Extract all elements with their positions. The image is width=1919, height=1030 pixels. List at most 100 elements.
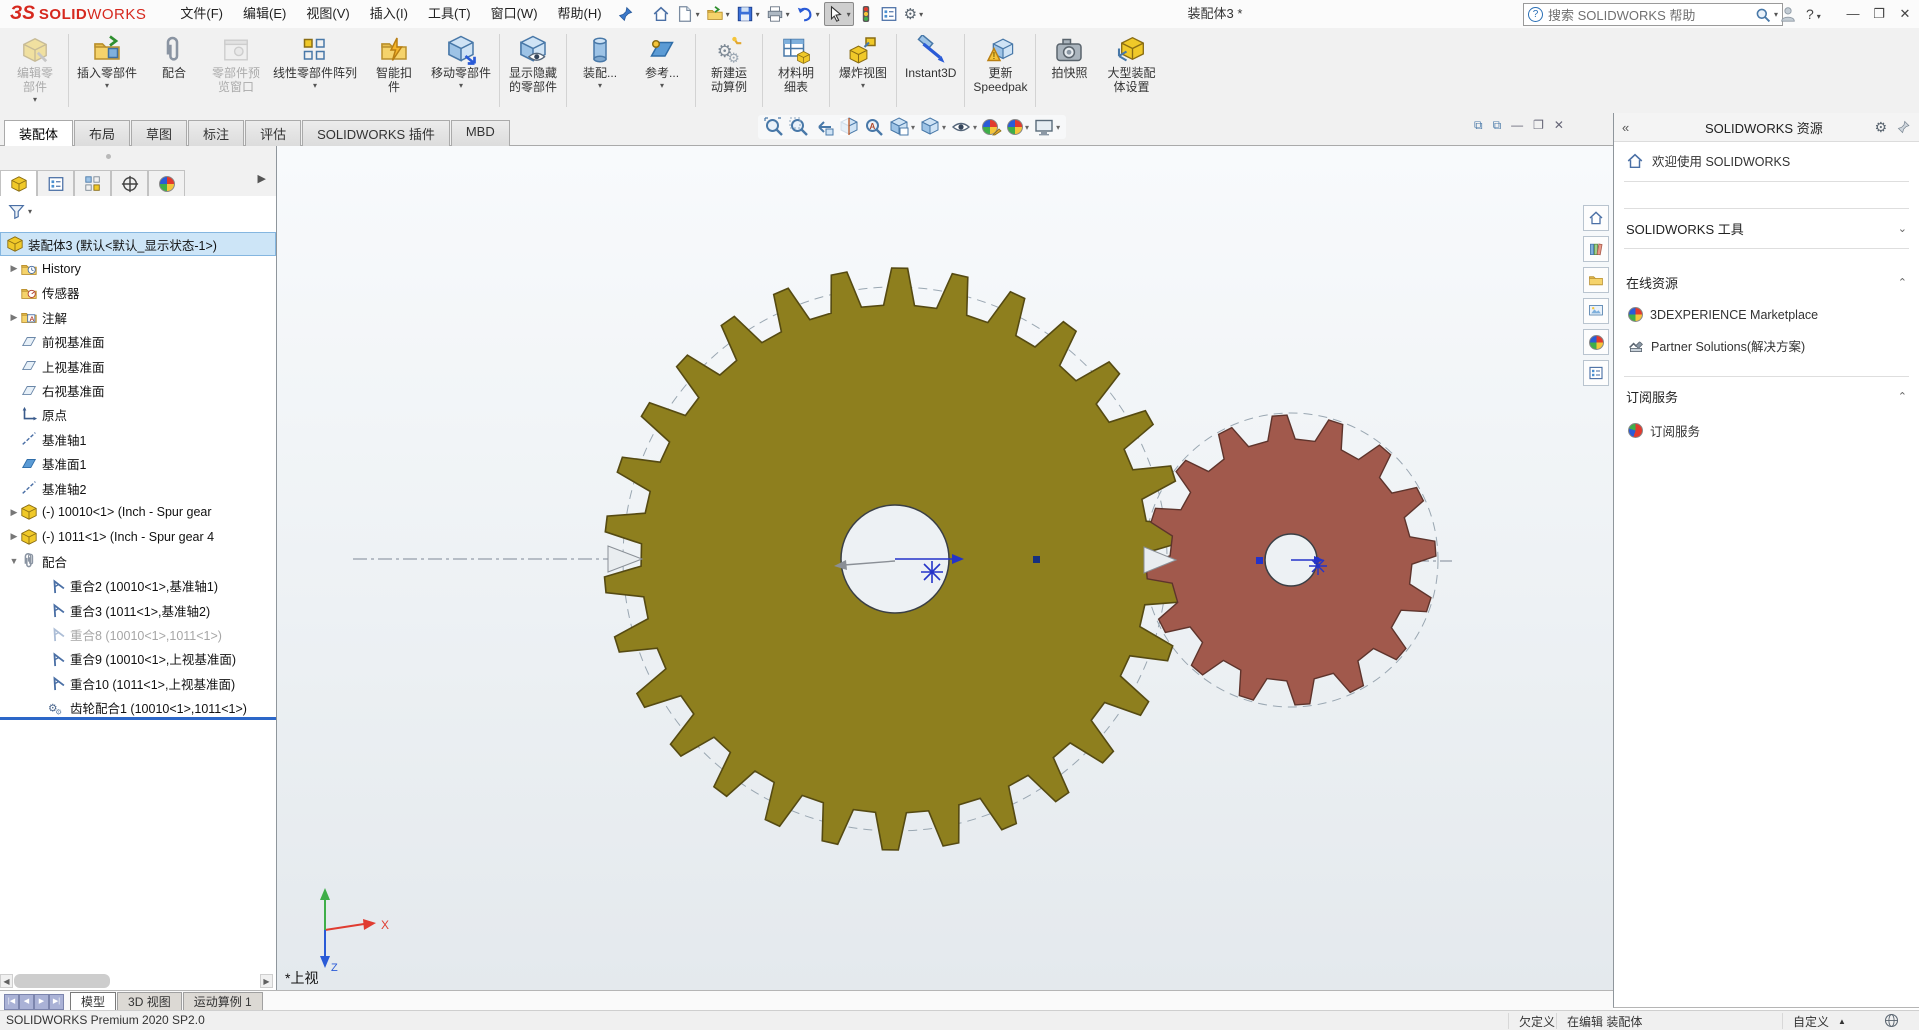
smart-fasteners-button[interactable]: 智能扣件 — [363, 28, 425, 113]
tree-item-part-1011[interactable]: ▶ (-) 1011<1> (Inch - Spur gear 4 — [0, 525, 276, 549]
tree-item-mate-coincident10[interactable]: 重合10 (1011<1>,上视基准面) — [0, 671, 276, 695]
pane-split-icon[interactable]: ⧉ — [1474, 118, 1483, 133]
expander-icon[interactable]: ▼ — [8, 556, 20, 566]
menu-edit[interactable]: 编辑(E) — [233, 0, 296, 28]
reference-geometry-button[interactable]: 参考...▾ — [631, 28, 693, 113]
dropdown-arrow-icon[interactable]: ▾ — [1025, 123, 1029, 132]
section-subscription[interactable]: 订阅服务 ⌃ — [1614, 379, 1919, 414]
welcome-row[interactable]: 欢迎使用 SOLIDWORKS — [1614, 142, 1919, 179]
filter-arrow-icon[interactable]: ▾ — [28, 207, 32, 216]
item-subscription-services[interactable]: 订阅服务 — [1614, 414, 1919, 447]
chevron-up-icon[interactable]: ⌃ — [1898, 390, 1907, 403]
expander-icon[interactable]: ▶ — [8, 531, 20, 542]
doc-minimize-icon[interactable]: — — [1511, 118, 1523, 133]
tab-solidworks-addins[interactable]: SOLIDWORKS 插件 — [302, 120, 450, 146]
tree-item-axis1[interactable]: 基准轴1 — [0, 427, 276, 451]
pin-icon[interactable] — [1897, 120, 1911, 134]
exploded-view-button[interactable]: 爆炸视图▾ — [832, 28, 894, 113]
new-motion-study-button[interactable]: ⚙⚙ 新建运动算例 — [698, 28, 760, 113]
tab-display-manager[interactable] — [148, 170, 185, 196]
tree-item-part-10010[interactable]: ▶ (-) 10010<1> (Inch - Spur gear — [0, 500, 276, 524]
home-button[interactable] — [650, 3, 672, 25]
chevron-up-icon[interactable]: ⌃ — [1898, 276, 1907, 289]
panel-expand-arrow-icon[interactable]: ▶ — [258, 172, 266, 185]
tree-item-sensors[interactable]: 传感器 — [0, 281, 276, 305]
dropdown-arrow-icon[interactable]: ▾ — [1056, 123, 1060, 132]
tree-horizontal-scrollbar[interactable]: ◀ ▶ — [0, 974, 276, 988]
graphics-viewport[interactable]: X Z *上视 — [277, 146, 1613, 990]
tab-custom-properties[interactable] — [1583, 360, 1609, 386]
dropdown-arrow-icon[interactable]: ▾ — [847, 10, 851, 19]
tree-item-mate-coincident9[interactable]: 重合9 (10010<1>,上视基准面) — [0, 647, 276, 671]
panel-collapse-handle[interactable] — [0, 146, 276, 167]
dropdown-arrow-icon[interactable]: ▾ — [598, 80, 602, 92]
dropdown-arrow-icon[interactable]: ▾ — [459, 80, 463, 92]
tab-file-explorer[interactable] — [1583, 267, 1609, 293]
dropdown-arrow-icon[interactable]: ▾ — [313, 80, 317, 92]
login-user-icon[interactable] — [1779, 5, 1797, 23]
zoom-to-area-button[interactable] — [789, 117, 809, 137]
custom-status-arrow-icon[interactable]: ▲ — [1838, 1017, 1846, 1026]
search-icon[interactable] — [1755, 7, 1771, 23]
update-speedpak-button[interactable]: ! 更新Speedpak — [967, 28, 1033, 113]
search-scope-arrow-icon[interactable]: ▾ — [1774, 10, 1778, 19]
help-menu-button[interactable]: ?▾ — [1806, 0, 1821, 31]
filter-funnel-icon[interactable] — [8, 203, 25, 220]
dropdown-arrow-icon[interactable]: ▾ — [973, 123, 977, 132]
zoom-to-fit-button[interactable] — [764, 117, 784, 137]
dropdown-arrow-icon[interactable]: ▾ — [861, 80, 865, 92]
dynamic-annotation-button[interactable]: A — [864, 117, 884, 137]
expander-icon[interactable]: ▶ — [8, 312, 20, 323]
tree-item-right-plane[interactable]: 右视基准面 — [0, 378, 276, 402]
tree-item-annotations[interactable]: ▶ A 注解 — [0, 305, 276, 329]
options-button[interactable]: ⚙▾ — [902, 3, 925, 25]
tree-item-axis2[interactable]: 基准轴2 — [0, 476, 276, 500]
custom-status-button[interactable]: 自定义 — [1782, 1013, 1845, 1029]
menu-view[interactable]: 视图(V) — [296, 0, 359, 28]
insert-component-button[interactable]: 插入零部件▾ — [71, 28, 143, 113]
doc-close-icon[interactable]: ✕ — [1554, 118, 1564, 133]
tree-item-assembly-root[interactable]: 装配体3 (默认<默认_显示状态-1>) — [0, 232, 276, 256]
last-tab-icon[interactable]: ▶| — [49, 994, 64, 1010]
tab-motion-study-1[interactable]: 运动算例 1 — [183, 992, 263, 1010]
edit-appearance-button[interactable] — [982, 118, 1002, 136]
select-tool-button[interactable]: ▾ — [824, 2, 854, 26]
menu-insert[interactable]: 插入(I) — [360, 0, 418, 28]
menu-pin-icon[interactable] — [618, 6, 634, 22]
section-online-resources[interactable]: 在线资源 ⌃ — [1614, 265, 1919, 300]
close-button[interactable]: ✕ — [1892, 0, 1918, 28]
assembly-features-button[interactable]: 装配...▾ — [569, 28, 631, 113]
view-orientation-button[interactable]: ▾ — [889, 117, 915, 137]
tab-layout[interactable]: 布局 — [74, 120, 130, 146]
mate-button[interactable]: 配合 — [143, 28, 205, 113]
expander-icon[interactable]: ▶ — [8, 507, 20, 518]
tree-item-front-plane[interactable]: 前视基准面 — [0, 330, 276, 354]
search-input[interactable]: 搜索 SOLIDWORKS 帮助 — [1548, 5, 1755, 24]
tree-item-top-plane[interactable]: 上视基准面 — [0, 354, 276, 378]
tree-item-mates-group[interactable]: ▼ 配合 — [0, 549, 276, 573]
tree-item-mate-coincident2[interactable]: 重合2 (10010<1>,基准轴1) — [0, 573, 276, 597]
display-style-button[interactable]: ▾ — [920, 117, 946, 137]
first-tab-icon[interactable]: |◀ — [4, 994, 19, 1010]
scrollbar-thumb[interactable] — [14, 974, 110, 988]
tab-assembly[interactable]: 装配体 — [4, 120, 73, 146]
save-button[interactable]: ▾ — [734, 3, 762, 25]
hide-show-items-button[interactable]: ▾ — [951, 117, 977, 137]
menu-file[interactable]: 文件(F) — [170, 0, 233, 28]
section-view-button[interactable] — [839, 117, 859, 137]
previous-view-button[interactable] — [814, 117, 834, 137]
dropdown-arrow-icon[interactable]: ▾ — [756, 10, 760, 19]
tab-view-palette[interactable] — [1583, 298, 1609, 324]
search-box[interactable]: ? 搜索 SOLIDWORKS 帮助 ▾ — [1523, 3, 1783, 26]
section-solidworks-tools[interactable]: SOLIDWORKS 工具 ⌄ — [1614, 211, 1919, 246]
move-component-button[interactable]: 移动零部件▾ — [425, 28, 497, 113]
tab-sketch[interactable]: 草图 — [131, 120, 187, 146]
dropdown-arrow-icon[interactable]: ▾ — [816, 10, 820, 19]
instant3d-button[interactable]: Instant3D — [899, 28, 962, 113]
web-status-icon[interactable] — [1884, 1013, 1899, 1028]
collapse-chevrons-icon[interactable]: « — [1622, 120, 1629, 135]
dropdown-arrow-icon[interactable]: ▾ — [911, 123, 915, 132]
tab-markup[interactable]: 标注 — [188, 120, 244, 146]
linear-pattern-button[interactable]: 线性零部件阵列▾ — [267, 28, 363, 113]
view-settings-button[interactable]: ▾ — [1034, 117, 1060, 137]
